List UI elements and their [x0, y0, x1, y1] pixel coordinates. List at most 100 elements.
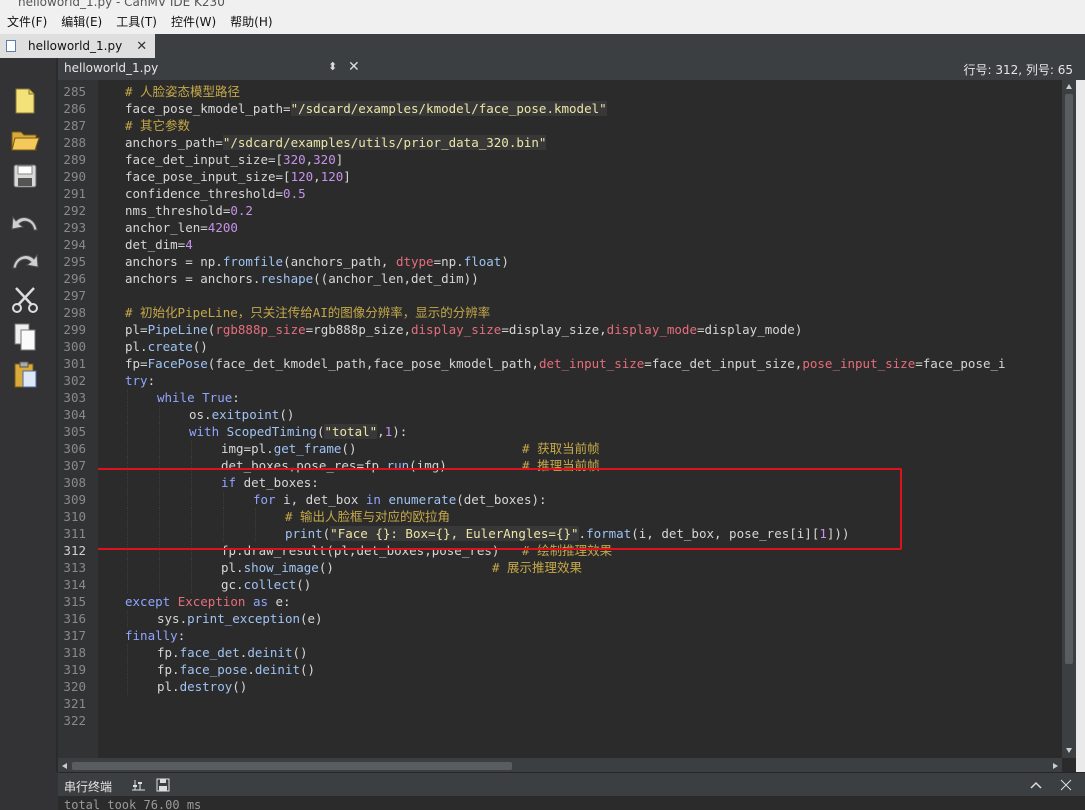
line-number: 294	[63, 237, 86, 252]
indent-guide	[159, 423, 160, 440]
editor-file-selector[interactable]: helloworld_1.py	[64, 61, 158, 75]
code-line: img=pl.get_frame() # 获取当前帧	[221, 441, 600, 456]
file-tab-close-icon[interactable]: ✕	[136, 39, 147, 54]
indent-guide	[191, 576, 192, 593]
line-number: 301	[63, 356, 86, 371]
line-number: 286	[63, 101, 86, 116]
line-number: 306	[63, 441, 86, 456]
line-number: 300	[63, 339, 86, 354]
line-number: 311	[63, 526, 86, 541]
line-number: 315	[63, 594, 86, 609]
line-number: 291	[63, 186, 86, 201]
serial-terminal-bar: 串行终端	[58, 772, 1085, 797]
file-tab-label: helloworld_1.py	[28, 39, 123, 53]
save-icon[interactable]	[8, 161, 42, 191]
editor-close-icon[interactable]: ✕	[348, 59, 360, 75]
code-line: pl.destroy()	[157, 679, 248, 694]
file-selector-arrows-icon[interactable]: ⬍	[328, 60, 337, 73]
line-number: 292	[63, 203, 86, 218]
line-number: 285	[63, 84, 86, 99]
line-number: 299	[63, 322, 86, 337]
indent-guide	[127, 610, 128, 627]
new-file-icon[interactable]	[8, 86, 42, 116]
code-line: except Exception as e:	[125, 594, 291, 609]
code-line: confidence_threshold=0.5	[125, 186, 306, 201]
line-number: 288	[63, 135, 86, 150]
code-line: face_pose_kmodel_path="/sdcard/examples/…	[125, 101, 607, 116]
code-line: fp=FacePose(face_det_kmodel_path,face_po…	[125, 356, 1006, 371]
line-number: 316	[63, 611, 86, 626]
menu-widgets[interactable]: 控件(W)	[164, 10, 223, 34]
code-line: os.exitpoint()	[189, 407, 295, 422]
indent-guide	[159, 440, 160, 457]
vertical-scrollbar[interactable]	[1062, 80, 1076, 758]
line-number: 297	[63, 288, 86, 303]
line-number: 303	[63, 390, 86, 405]
code-line: # 其它参数	[125, 118, 191, 133]
horizontal-scrollbar[interactable]	[58, 758, 1062, 772]
editor-header: helloworld_1.py ⬍ ✕ 行号: 312, 列号: 65	[58, 58, 1085, 81]
line-number: 304	[63, 407, 86, 422]
indent-guide	[127, 406, 128, 423]
code-line: pl.show_image() # 展示推理效果	[221, 560, 582, 575]
bottom-left-strip	[0, 772, 58, 810]
line-number: 312	[63, 543, 86, 558]
indent-guide	[159, 576, 160, 593]
terminal-output-line: total took 76.00 ms	[64, 798, 202, 810]
horizontal-scrollbar-track	[62, 762, 1058, 770]
window-titlebar: helloworld_1.py - CanMV IDE K230	[0, 0, 1085, 10]
indent-guide	[127, 423, 128, 440]
panel-expand-icon[interactable]	[1030, 780, 1042, 790]
line-number: 308	[63, 475, 86, 490]
copy-icon[interactable]	[8, 322, 42, 352]
code-editor[interactable]: # 人脸姿态模型路径 face_pose_kmodel_path="/sdcard…	[98, 80, 1062, 772]
left-toolbar	[0, 58, 56, 810]
line-number: 298	[63, 305, 86, 320]
line-number: 313	[63, 560, 86, 575]
code-line: finally:	[125, 628, 186, 643]
line-number: 321	[63, 696, 86, 711]
line-number: 318	[63, 645, 86, 660]
panel-close-icon[interactable]	[1060, 779, 1072, 791]
redo-icon[interactable]	[8, 246, 42, 276]
menu-edit[interactable]: 编辑(E)	[54, 10, 109, 34]
indent-guide	[191, 559, 192, 576]
cut-icon[interactable]	[8, 284, 42, 314]
window-title: helloworld_1.py - CanMV IDE K230	[18, 0, 225, 9]
code-line: gc.collect()	[221, 577, 312, 592]
menu-file[interactable]: 文件(F)	[0, 10, 54, 34]
code-line: pl=PipeLine(rgb888p_size=rgb888p_size,di…	[125, 322, 803, 337]
open-folder-icon[interactable]	[8, 124, 42, 154]
line-number: 322	[63, 713, 86, 728]
indent-guide	[127, 576, 128, 593]
code-line: fp.face_pose.deinit()	[157, 662, 316, 677]
code-line: face_pose_input_size=[120,120]	[125, 169, 351, 184]
line-number: 295	[63, 254, 86, 269]
code-line: while True:	[157, 390, 240, 405]
paste-icon[interactable]	[8, 360, 42, 390]
code-line: sys.print_exception(e)	[157, 611, 323, 626]
code-line: try:	[125, 373, 156, 388]
code-line: fp.face_det.deinit()	[157, 645, 308, 660]
menu-tools[interactable]: 工具(T)	[109, 10, 164, 34]
line-number: 302	[63, 373, 86, 388]
line-number: 293	[63, 220, 86, 235]
code-line: # 人脸姿态模型路径	[125, 84, 241, 99]
menu-help[interactable]: 帮助(H)	[223, 10, 279, 34]
line-number: 317	[63, 628, 86, 643]
indent-guide	[127, 389, 128, 406]
serial-terminal-label[interactable]: 串行终端	[64, 778, 112, 795]
code-line: with ScopedTiming("total",1):	[189, 424, 408, 439]
serial-save-icon[interactable]	[156, 778, 170, 792]
code-line: nms_threshold=0.2	[125, 203, 253, 218]
serial-settings-icon[interactable]	[132, 778, 146, 792]
code-line: pl.create()	[125, 339, 208, 354]
undo-icon[interactable]	[8, 208, 42, 238]
line-number: 290	[63, 169, 86, 184]
file-tab[interactable]: helloworld_1.py ✕	[0, 34, 155, 58]
line-number: 287	[63, 118, 86, 133]
menu-bar: 文件(F) 编辑(E) 工具(T) 控件(W) 帮助(H)	[0, 10, 1085, 34]
indent-guide	[127, 440, 128, 457]
indent-guide	[127, 559, 128, 576]
indent-guide	[127, 661, 128, 678]
